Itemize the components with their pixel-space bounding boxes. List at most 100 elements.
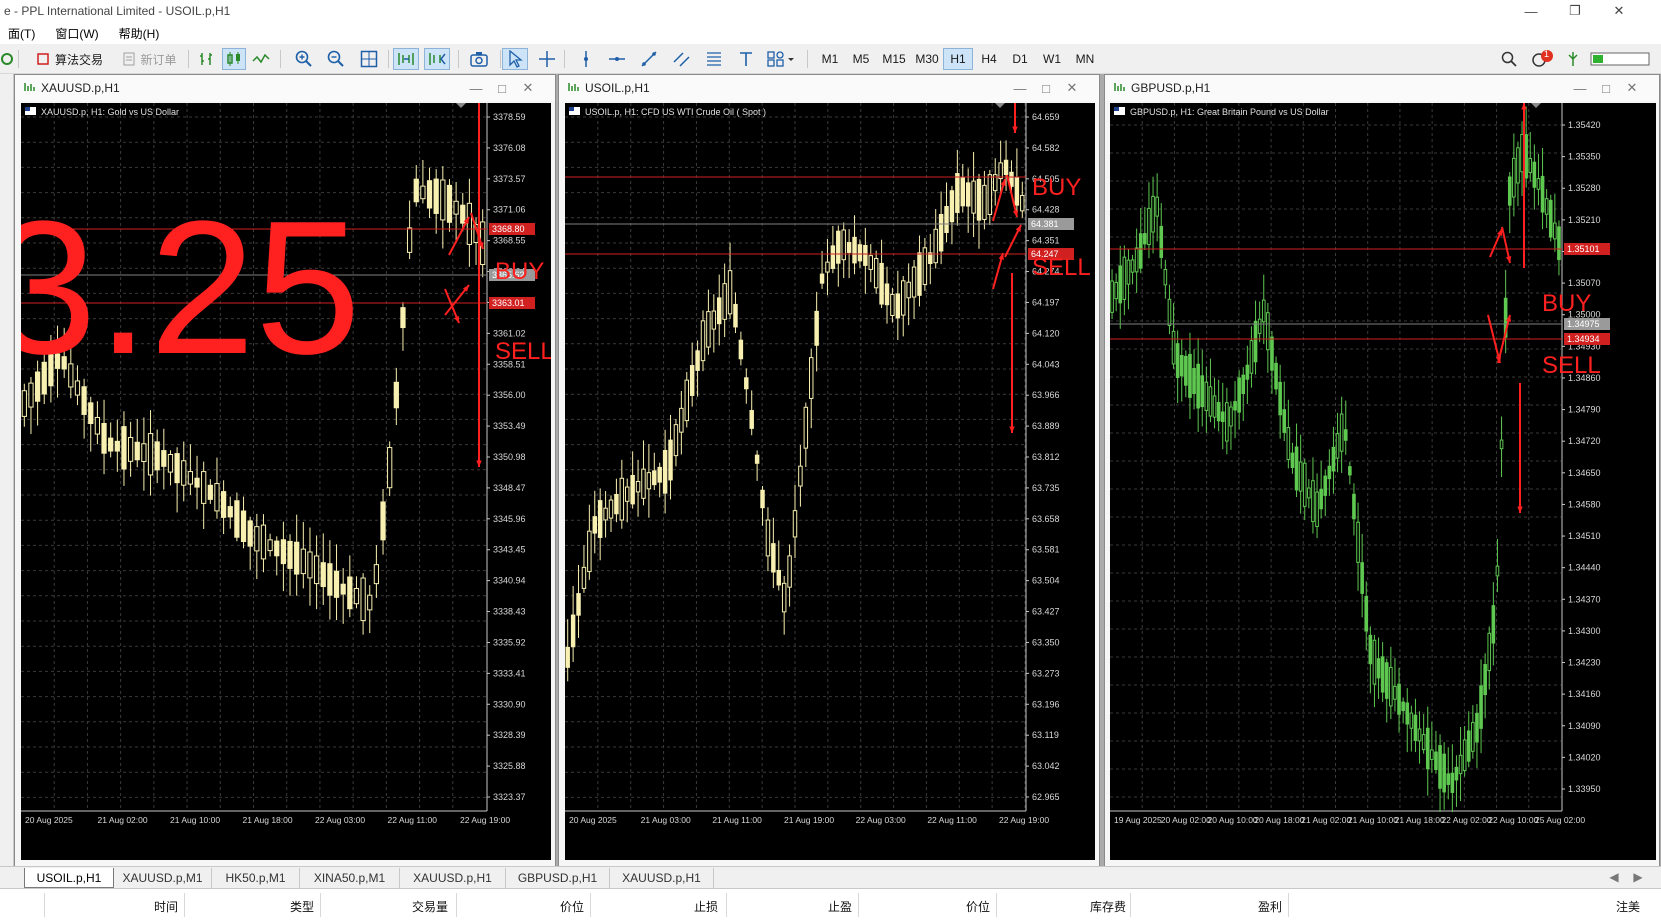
- tab-usoil-h1[interactable]: USOIL.p,H1: [24, 868, 114, 888]
- chart-shift-icon[interactable]: [424, 48, 450, 70]
- candle-body: [603, 507, 608, 521]
- menu-chart[interactable]: 面(T): [0, 25, 47, 42]
- minimize-icon[interactable]: —: [1509, 0, 1553, 22]
- chart-plot-usoil[interactable]: 64.659 64.582 64.505 64.428 64.351 64.274 64.1…: [565, 103, 1095, 860]
- trendline-icon[interactable]: [638, 48, 660, 70]
- column-take-profit[interactable]: 止盈: [790, 898, 852, 915]
- tab-scroll-right-icon[interactable]: ▶: [1630, 867, 1646, 887]
- timeframe-m15[interactable]: M15: [877, 48, 911, 70]
- price-label: 3371.06: [493, 205, 526, 215]
- maximize-icon[interactable]: □: [1037, 79, 1055, 97]
- tab-gbpusd-h1[interactable]: GBPUSD.p,H1: [506, 868, 610, 888]
- chart-plot-gbpusd[interactable]: 1.354201.353501.352801.352101.351401.350…: [1110, 103, 1656, 860]
- candle-body: [1389, 666, 1393, 707]
- candle-body: [380, 501, 386, 541]
- menu-help[interactable]: 帮助(H): [111, 25, 172, 42]
- close-icon[interactable]: ✕: [1623, 79, 1641, 97]
- column-stop-loss[interactable]: 止损: [656, 898, 718, 915]
- timeframe-h1[interactable]: H1: [943, 48, 973, 70]
- annotation-arrowhead: [1517, 506, 1523, 513]
- tab-hk50-m1[interactable]: HK50.p,M1: [212, 868, 300, 888]
- chart-window-usoil[interactable]: USOIL.p,H1 — □ ✕ 64.659 64.582 64.505 64.42…: [558, 74, 1100, 867]
- annotation-arrowhead: [1521, 103, 1527, 110]
- column-volume[interactable]: 交易量: [384, 898, 448, 915]
- search-icon[interactable]: [1498, 48, 1520, 70]
- candle-body: [274, 540, 280, 557]
- auto-scroll-icon[interactable]: [393, 48, 419, 70]
- timeframe-d1[interactable]: D1: [1005, 48, 1035, 70]
- close-icon[interactable]: ✕: [519, 79, 537, 97]
- bar-chart-icon[interactable]: [196, 48, 218, 70]
- tab-scroll-left-icon[interactable]: ◀: [1606, 867, 1622, 887]
- maximize-icon[interactable]: □: [1597, 79, 1615, 97]
- candle-body: [174, 453, 180, 484]
- zoom-in-icon[interactable]: [293, 48, 315, 70]
- tab-xauusd-m1[interactable]: XAUUSD.p,M1: [114, 868, 212, 888]
- column-profit[interactable]: 盈利: [1218, 898, 1282, 915]
- timeframe-m5[interactable]: M5: [846, 48, 876, 70]
- candle-body: [1009, 171, 1014, 187]
- close-icon[interactable]: ✕: [1597, 0, 1641, 22]
- tab-xina50-m1[interactable]: XINA50.p,M1: [300, 868, 400, 888]
- crosshair-icon[interactable]: [536, 48, 558, 70]
- chart-window-xauusd[interactable]: XAUUSD.p,H1 — □ ✕ 3378.59 3376.08 3373.57 3…: [14, 74, 556, 867]
- tab-xauusd-h1[interactable]: XAUUSD.p,H1: [400, 868, 506, 888]
- menu-bar: 面(T) 窗口(W) 帮助(H): [0, 22, 1661, 44]
- close-icon[interactable]: ✕: [1063, 79, 1081, 97]
- tile-windows-icon[interactable]: [358, 48, 380, 70]
- notifications-icon[interactable]: 1: [1528, 48, 1556, 70]
- connection-status-icon[interactable]: [1588, 48, 1654, 70]
- price-label: 1.35350: [1568, 152, 1601, 162]
- line-chart-icon[interactable]: [250, 48, 272, 70]
- chart-window-gbpusd[interactable]: GBPUSD.p,H1 — □ ✕ 1.35420 1.35350 1.35280 1…: [1104, 74, 1660, 867]
- column-current-price[interactable]: 价位: [926, 898, 990, 915]
- minimize-icon[interactable]: —: [467, 79, 485, 97]
- time-label: 22 Aug 19:00: [460, 815, 510, 825]
- candle-body: [453, 200, 459, 215]
- zoom-out-icon[interactable]: [325, 48, 347, 70]
- vertical-line-icon[interactable]: [575, 48, 597, 70]
- price-label: 1.35420: [1568, 120, 1601, 130]
- timeframe-mn[interactable]: MN: [1070, 48, 1100, 70]
- minimize-icon[interactable]: —: [1011, 79, 1029, 97]
- tab-xauusd-h1-2[interactable]: XAUUSD.p,H1: [610, 868, 714, 888]
- column-comment[interactable]: 注美: [1586, 898, 1640, 915]
- candle-body: [641, 468, 646, 499]
- timeframe-m1[interactable]: M1: [815, 48, 845, 70]
- chart-canvas[interactable]: 3378.593376.083373.573371.063368.553366.…: [21, 103, 551, 860]
- profiles-icon[interactable]: [0, 48, 14, 70]
- candle-body: [413, 178, 419, 203]
- channel-icon[interactable]: [671, 48, 693, 70]
- timeframe-m30[interactable]: M30: [910, 48, 944, 70]
- screenshot-icon[interactable]: [466, 48, 492, 70]
- column-swap[interactable]: 库存费: [1056, 898, 1126, 915]
- restore-icon[interactable]: ❐: [1553, 0, 1597, 22]
- column-time[interactable]: 时间: [120, 898, 178, 915]
- timeframe-h4[interactable]: H4: [974, 48, 1004, 70]
- chart-canvas[interactable]: 64.65964.58264.50564.42864.35164.27464.1…: [565, 103, 1095, 860]
- fibonacci-icon[interactable]: [703, 48, 725, 70]
- candle-body: [154, 441, 160, 471]
- maximize-icon[interactable]: □: [493, 79, 511, 97]
- column-price[interactable]: 价位: [522, 898, 584, 915]
- signal-icon[interactable]: [1564, 48, 1582, 70]
- new-order-button[interactable]: 新订单: [116, 48, 184, 70]
- navigator-dock[interactable]: [0, 74, 14, 866]
- candle-body: [353, 587, 360, 605]
- column-type[interactable]: 类型: [250, 898, 314, 915]
- shapes-dropdown-icon[interactable]: [764, 48, 798, 70]
- candle-body: [1319, 488, 1323, 510]
- cursor-icon[interactable]: [502, 48, 528, 70]
- algo-trading-button[interactable]: 算法交易: [30, 48, 110, 70]
- timeframe-w1[interactable]: W1: [1037, 48, 1067, 70]
- menu-window[interactable]: 窗口(W): [47, 25, 110, 42]
- level-price-label: 3363.01: [492, 298, 525, 308]
- horizontal-line-icon[interactable]: [606, 48, 628, 70]
- text-tool-icon[interactable]: [735, 48, 757, 70]
- minimize-icon[interactable]: —: [1571, 79, 1589, 97]
- candle-body: [114, 440, 120, 452]
- candlestick-icon[interactable]: [222, 48, 246, 70]
- chart-canvas[interactable]: 1.354201.353501.352801.352101.351401.350…: [1110, 103, 1656, 860]
- chart-plot-xauusd[interactable]: 3378.593376.083373.573371.063368.553366.…: [21, 103, 551, 860]
- candle-body: [1401, 701, 1405, 712]
